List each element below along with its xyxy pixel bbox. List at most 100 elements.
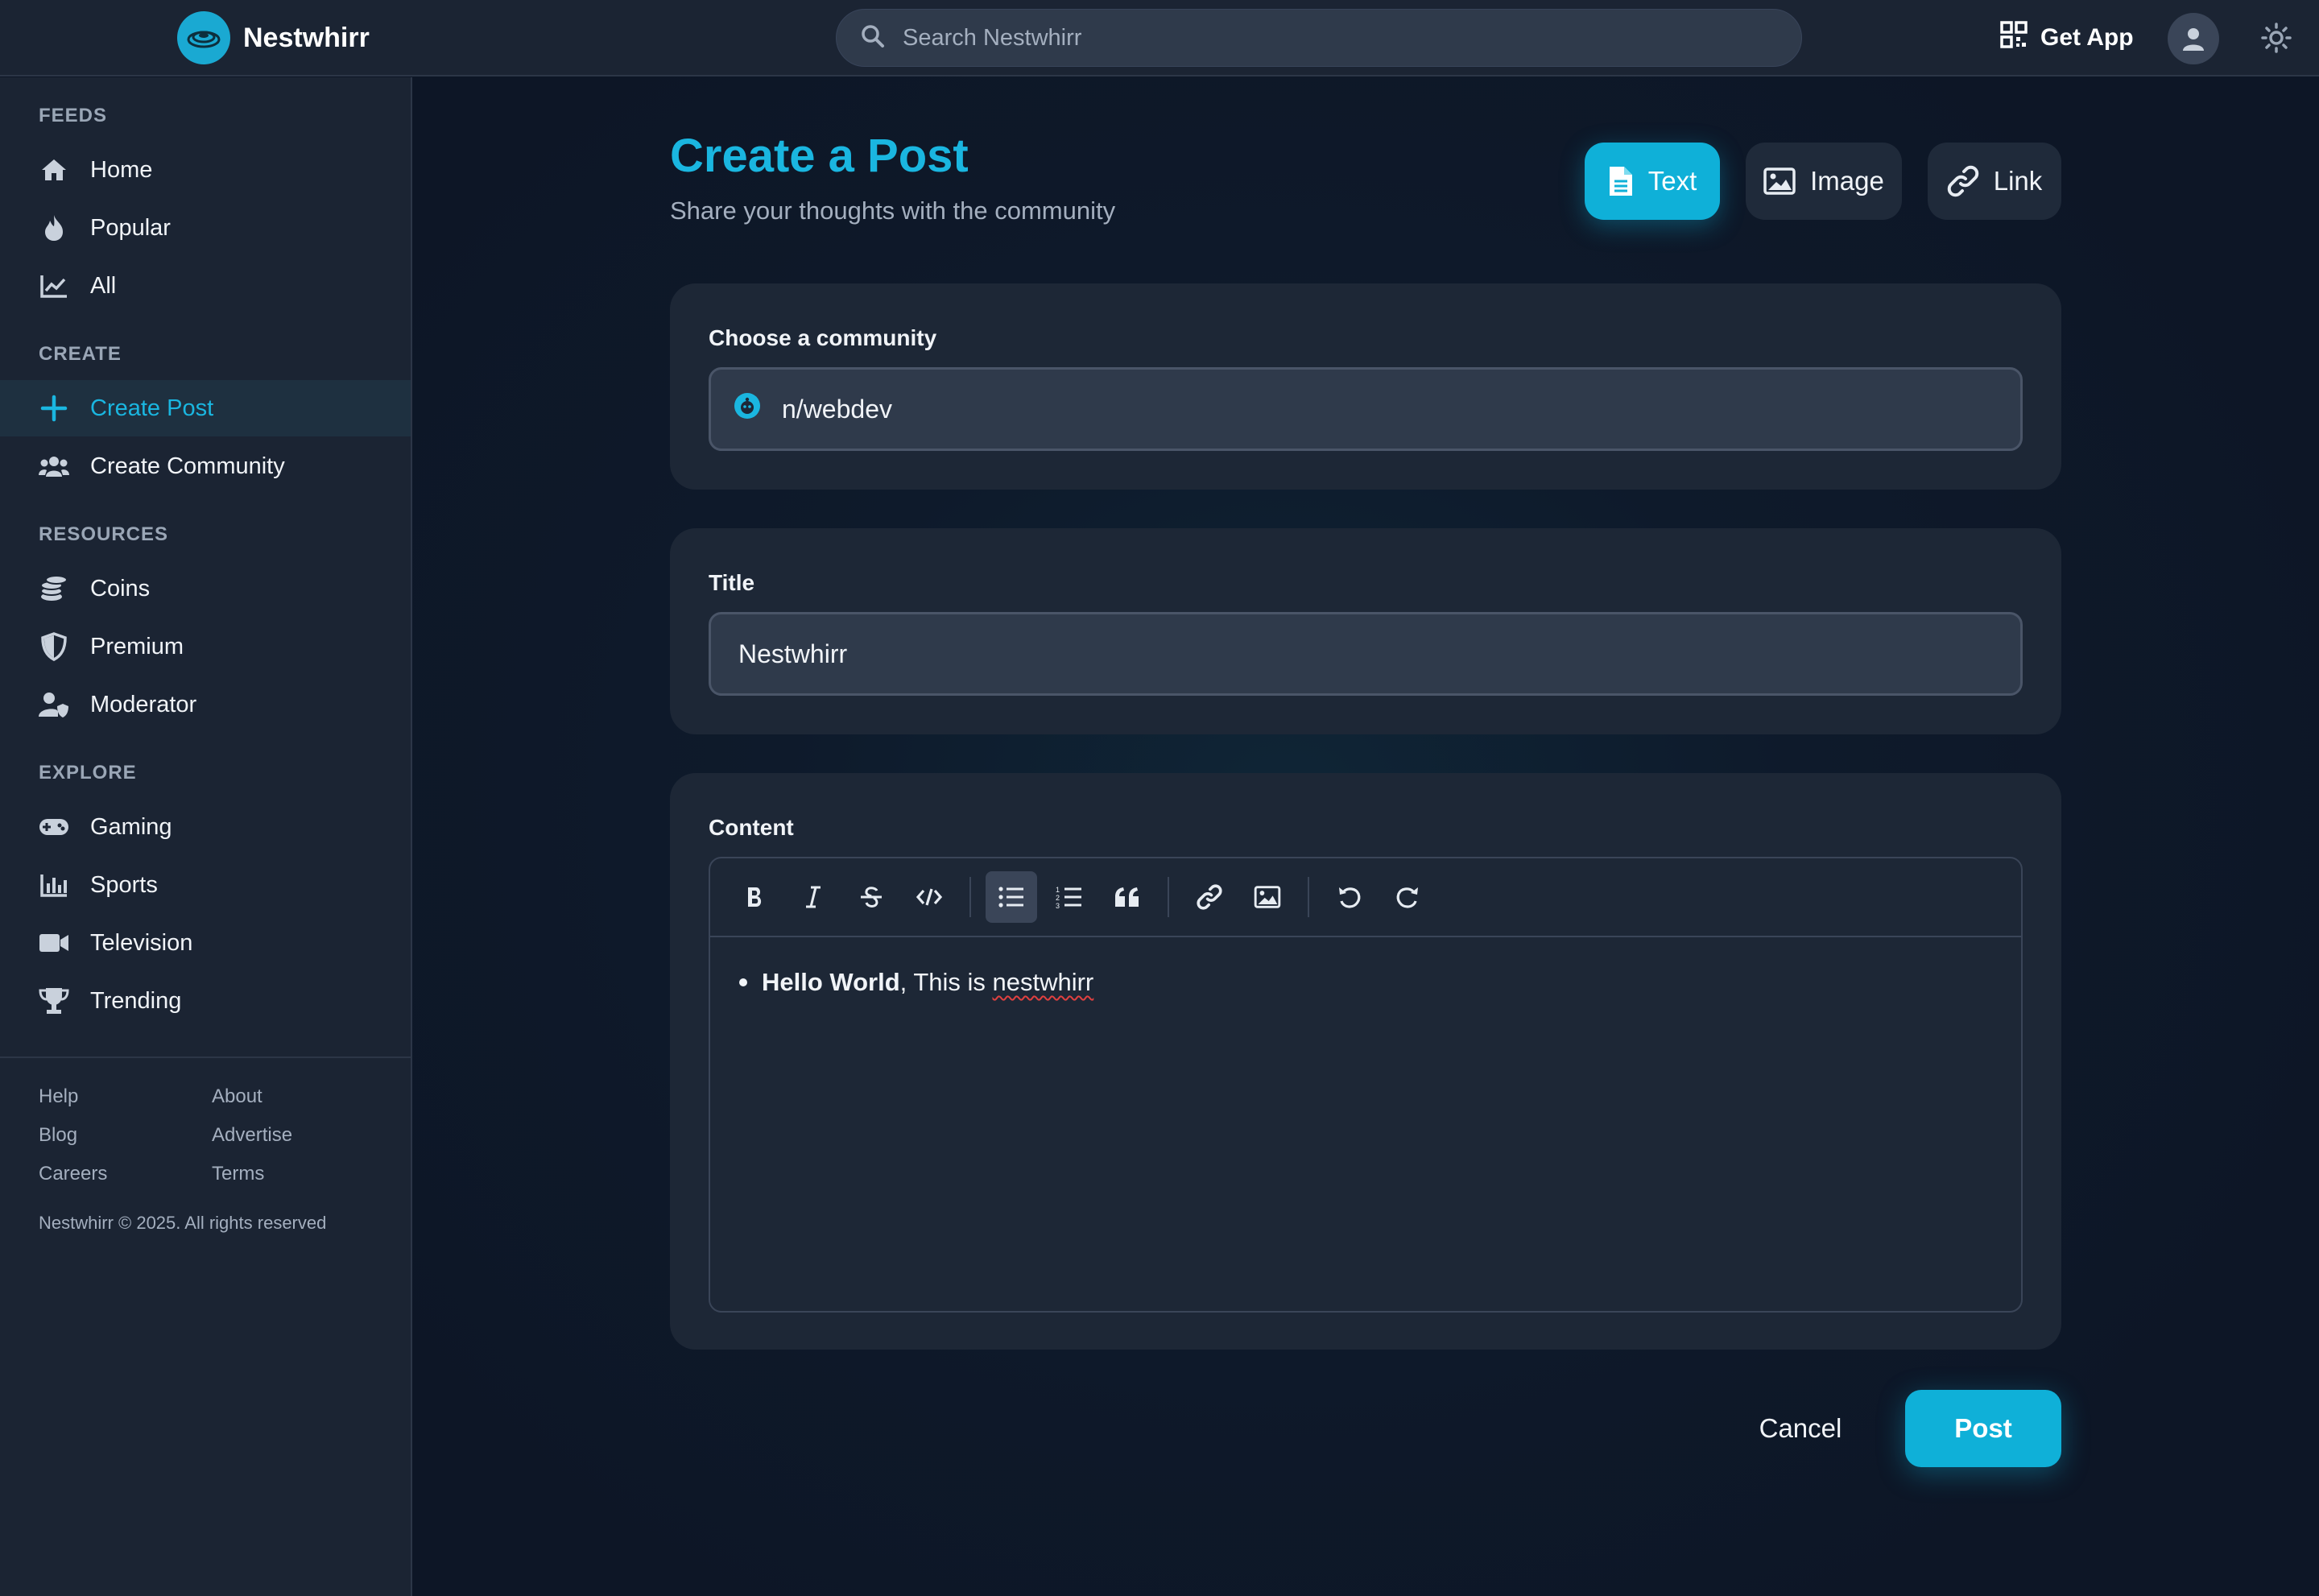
undo-button[interactable] (1324, 871, 1375, 923)
insert-image-button[interactable] (1242, 871, 1293, 923)
sidebar-item-label: Trending (90, 987, 182, 1014)
title-input[interactable]: Nestwhirr (709, 612, 2023, 696)
sidebar-item-label: Sports (90, 871, 158, 898)
video-icon (39, 928, 69, 958)
footer-link-about[interactable]: About (212, 1085, 262, 1108)
bold-button[interactable] (730, 871, 781, 923)
search-input[interactable] (903, 24, 1708, 52)
home-icon (39, 155, 69, 185)
redo-button[interactable] (1382, 871, 1433, 923)
editor-content[interactable]: Hello World, This is nestwhirr (710, 937, 2021, 997)
sidebar-item-label: Television (90, 929, 193, 956)
user-icon (2183, 28, 2204, 51)
section-title-feeds: FEEDS (39, 105, 108, 126)
undo-icon (1339, 887, 1361, 908)
sidebar-item-sports[interactable]: Sports (0, 857, 411, 913)
toolbar-divider (1308, 877, 1309, 917)
svg-text:1: 1 (1056, 886, 1060, 894)
sidebar-item-label: All (90, 272, 117, 299)
bar-chart-icon (39, 870, 69, 900)
get-app-button[interactable]: Get App (2000, 19, 2134, 56)
user-avatar-button[interactable] (2168, 13, 2219, 64)
get-app-label: Get App (2040, 24, 2134, 51)
cancel-button[interactable]: Cancel (1736, 1390, 1865, 1467)
search-bar[interactable] (836, 9, 1802, 67)
footer-link-advertise[interactable]: Advertise (212, 1124, 292, 1147)
content-label: Content (709, 815, 794, 840)
italic-icon (806, 886, 821, 908)
content-card: Content 123 Hello World , This is nestwh… (670, 773, 2061, 1350)
sidebar-item-label: Coins (90, 575, 151, 602)
sidebar-item-create-post[interactable]: Create Post (0, 380, 411, 436)
sidebar-item-label: Popular (90, 214, 171, 241)
svg-text:3: 3 (1056, 902, 1060, 909)
tab-label: Image (1810, 166, 1884, 196)
plus-icon (39, 393, 69, 424)
community-card: Choose a community n/webdev (670, 283, 2061, 490)
coins-icon (39, 573, 69, 604)
sidebar-item-popular[interactable]: Popular (0, 200, 411, 256)
community-select[interactable]: n/webdev (709, 367, 2023, 451)
toolbar-divider (1168, 877, 1169, 917)
strikethrough-icon (861, 887, 882, 908)
section-title-explore: EXPLORE (39, 762, 137, 784)
title-card: Title Nestwhirr (670, 528, 2061, 734)
page-subtitle: Share your thoughts with the community (670, 196, 1116, 225)
post-button[interactable]: Post (1905, 1390, 2061, 1467)
italic-button[interactable] (787, 871, 839, 923)
theme-toggle-button[interactable] (2256, 18, 2296, 58)
editor-bold-text: Hello World (762, 968, 900, 996)
search-icon (861, 24, 885, 52)
strikethrough-button[interactable] (845, 871, 897, 923)
tab-text[interactable]: Text (1585, 143, 1720, 220)
sun-icon (2261, 23, 2292, 53)
sidebar-item-label: Moderator (90, 691, 197, 717)
link-icon (1197, 884, 1222, 910)
community-value: n/webdev (782, 394, 892, 424)
toolbar-divider (969, 877, 971, 917)
code-icon (916, 888, 943, 906)
sidebar-item-create-community[interactable]: Create Community (0, 438, 411, 494)
editor-text: , This is (899, 968, 993, 996)
footer-link-careers[interactable]: Careers (39, 1163, 107, 1185)
numbered-list-icon: 123 (1056, 886, 1081, 909)
image-icon (1763, 167, 1796, 195)
quote-button[interactable] (1102, 871, 1153, 923)
sidebar-item-moderator[interactable]: Moderator (0, 676, 411, 733)
footer-link-help[interactable]: Help (39, 1085, 78, 1108)
code-button[interactable] (903, 871, 955, 923)
brand-name: Nestwhirr (243, 22, 370, 53)
users-icon (39, 451, 69, 482)
user-shield-icon (39, 689, 69, 720)
gamepad-icon (39, 812, 69, 842)
sidebar-item-home[interactable]: Home (0, 142, 411, 198)
sidebar-item-premium[interactable]: Premium (0, 618, 411, 675)
sidebar-item-all[interactable]: All (0, 258, 411, 314)
bullet-list-button[interactable] (986, 871, 1037, 923)
insert-link-button[interactable] (1184, 871, 1235, 923)
sidebar-item-label: Gaming (90, 813, 172, 840)
numbered-list-button[interactable]: 123 (1044, 871, 1095, 923)
tab-link[interactable]: Link (1928, 143, 2061, 220)
footer-link-terms[interactable]: Terms (212, 1163, 264, 1185)
image-icon (1254, 886, 1281, 908)
sidebar-item-coins[interactable]: Coins (0, 560, 411, 617)
bold-icon (748, 887, 762, 907)
sidebar-item-label: Create Post (90, 395, 214, 421)
footer-link-blog[interactable]: Blog (39, 1124, 77, 1147)
brand-logo-icon (177, 11, 230, 64)
community-avatar-icon (734, 392, 761, 426)
title-label: Title (709, 570, 755, 595)
tab-image[interactable]: Image (1746, 143, 1902, 220)
rich-text-editor[interactable]: 123 Hello World, This is nestwhirr (709, 857, 2023, 1313)
top-bar: Nestwhirr Get App (0, 0, 2319, 76)
section-title-resources: RESOURCES (39, 523, 169, 545)
sidebar-item-label: Create Community (90, 453, 285, 479)
bullet-list-icon (998, 887, 1023, 908)
sidebar-item-trending[interactable]: Trending (0, 973, 411, 1029)
brand[interactable]: Nestwhirr (177, 11, 370, 64)
sidebar-item-gaming[interactable]: Gaming (0, 799, 411, 855)
quote-icon (1115, 887, 1139, 907)
sidebar-divider (0, 1056, 411, 1058)
sidebar-item-television[interactable]: Television (0, 915, 411, 971)
